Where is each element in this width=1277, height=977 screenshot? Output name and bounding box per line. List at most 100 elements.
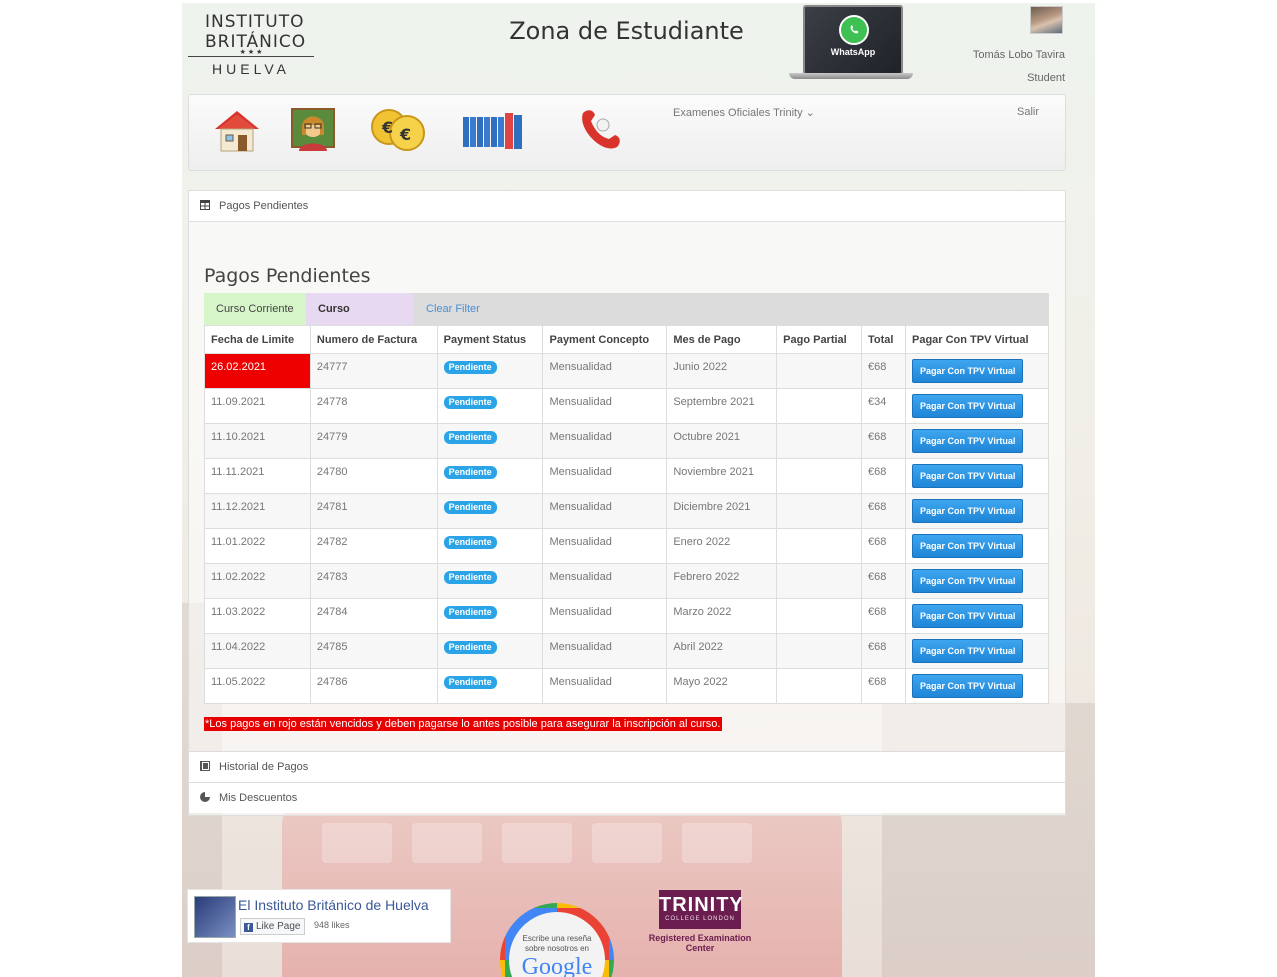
table-icon [200,200,210,210]
cell-fecha-limite: 11.12.2021 [204,493,311,529]
pagar-tpv-button[interactable]: Pagar Con TPV Virtual [911,359,1024,383]
discount-icon [200,792,210,802]
avatar[interactable] [1030,6,1063,34]
cell-mes-pago: Febrero 2022 [666,563,778,599]
col-total[interactable]: Total [861,325,906,354]
cell-mes-pago: Marzo 2022 [666,598,778,634]
table-header-row: Fecha de Limite Numero de Factura Paymen… [204,325,1050,354]
cell-payment-concepto: Mensualidad [542,528,668,564]
status-badge: Pendiente [443,466,497,479]
tab-curso-siguiente[interactable]: Curso Siguiente [306,293,414,347]
col-pago-partial[interactable]: Pago Partial [776,325,863,354]
cell-pagar-tpv: Pagar Con TPV Virtual [904,668,1050,704]
laptop-screen: WhatsApp [803,5,903,75]
clear-filter-link[interactable]: Clear Filter [414,293,492,325]
user-role: Student [1027,72,1065,84]
overdue-warning: *Los pagos en rojo están vencidos y debe… [204,717,722,731]
status-badge: Pendiente [443,571,497,584]
facebook-page-thumbnail[interactable] [194,896,236,938]
cell-total: €68 [861,528,906,564]
teacher-icon[interactable] [287,105,339,155]
cell-payment-concepto: Mensualidad [542,458,668,494]
page-title: Zona de Estudiante [509,17,744,45]
status-badge: Pendiente [443,501,497,514]
cell-payment-concepto: Mensualidad [542,598,668,634]
pending-payments-header[interactable]: Pagos Pendientes [189,191,1065,222]
whatsapp-label: WhatsApp [830,47,876,57]
col-pagar-tpv[interactable]: Pagar Con TPV Virtual [904,325,1050,354]
cell-payment-status: Pendiente [436,493,544,529]
page: INSTITUTO BRITÁNICO ★ ★ ★ HUELVA Zona de… [182,3,1095,977]
cell-fecha-limite: 11.04.2022 [204,633,311,669]
euro-coins-icon[interactable]: € € [367,105,431,155]
pagar-tpv-button[interactable]: Pagar Con TPV Virtual [911,464,1024,488]
table-row: 11.01.2022 24782 Pendiente Mensualidad Enero… [204,528,1050,564]
cell-fecha-limite: 11.05.2022 [204,668,311,704]
cell-total: €68 [861,458,906,494]
table-row: 11.05.2022 24786 Pendiente Mensualidad Mayo … [204,668,1050,704]
facebook-likes-count: 948 likes [314,920,350,930]
payment-history-header[interactable]: Historial de Pagos [189,751,1065,782]
cell-pago-partial [776,353,863,389]
status-badge: Pendiente [443,676,497,689]
table-row: 11.11.2021 24780 Pendiente Mensualidad Novie… [204,458,1050,494]
pagar-tpv-button[interactable]: Pagar Con TPV Virtual [911,604,1024,628]
exams-dropdown[interactable]: Examenes Oficiales Trinity ⌄ [673,106,815,119]
cell-pago-partial [776,423,863,459]
trinity-logo[interactable]: TRINITY COLLEGE LONDON [659,890,743,929]
status-badge: Pendiente [443,536,497,549]
cell-pagar-tpv: Pagar Con TPV Virtual [904,353,1050,389]
col-mes-pago[interactable]: Mes de Pago [666,325,778,354]
cell-pagar-tpv: Pagar Con TPV Virtual [904,458,1050,494]
logout-link[interactable]: Salir [1017,106,1039,118]
cell-fecha-limite: 11.02.2022 [204,563,311,599]
whatsapp-link[interactable]: WhatsApp [789,5,913,79]
cell-payment-status: Pendiente [436,668,544,704]
cell-fecha-limite: 11.09.2021 [204,388,311,424]
logo-rule [188,56,314,57]
laptop-base [789,73,913,79]
facebook-page-name[interactable]: El Instituto Británico de Huelva [238,897,429,913]
cell-pagar-tpv: Pagar Con TPV Virtual [904,598,1050,634]
table-row: 26.02.2021 24777 Pendiente Mensualidad Junio… [204,353,1050,389]
cell-total: €68 [861,598,906,634]
status-badge: Pendiente [443,431,497,444]
cell-numero-factura: 24779 [309,423,438,459]
col-payment-status[interactable]: Payment Status [436,325,544,354]
cell-pagar-tpv: Pagar Con TPV Virtual [904,423,1050,459]
cell-pago-partial [776,633,863,669]
home-icon[interactable] [211,105,263,155]
cell-payment-concepto: Mensualidad [542,388,668,424]
whatsapp-icon [839,15,869,45]
binders-icon[interactable] [461,105,525,155]
cell-pago-partial [776,528,863,564]
pagar-tpv-button[interactable]: Pagar Con TPV Virtual [911,499,1024,523]
cell-pagar-tpv: Pagar Con TPV Virtual [904,528,1050,564]
status-badge: Pendiente [443,641,497,654]
col-numero-factura[interactable]: Numero de Factura [309,325,438,354]
pagar-tpv-button[interactable]: Pagar Con TPV Virtual [911,394,1024,418]
pagar-tpv-button[interactable]: Pagar Con TPV Virtual [911,429,1024,453]
phone-icon[interactable] [573,105,625,155]
google-caption-line2: sobre nosotros en [524,944,590,953]
payments-table: Fecha de Limite Numero de Factura Paymen… [204,325,1050,704]
pagar-tpv-button[interactable]: Pagar Con TPV Virtual [911,639,1024,663]
pagar-tpv-button[interactable]: Pagar Con TPV Virtual [911,534,1024,558]
table-row: 11.10.2021 24779 Pendiente Mensualidad Octub… [204,423,1050,459]
payment-history-label: Historial de Pagos [219,761,309,773]
section-title: Pagos Pendientes [204,265,371,287]
pagar-tpv-button[interactable]: Pagar Con TPV Virtual [911,674,1024,698]
pagar-tpv-button[interactable]: Pagar Con TPV Virtual [911,569,1024,593]
table-row: 11.04.2022 24785 Pendiente Mensualidad Abril… [204,633,1050,669]
col-payment-concepto[interactable]: Payment Concepto [542,325,668,354]
cell-numero-factura: 24785 [309,633,438,669]
cell-numero-factura: 24784 [309,598,438,634]
svg-text:€: € [399,125,411,144]
facebook-like-button[interactable]: f Like Page [240,918,306,935]
tab-curso-corriente[interactable]: Curso Corriente [204,293,306,325]
discounts-header[interactable]: Mis Descuentos [189,782,1065,813]
cell-mes-pago: Septembre 2021 [666,388,778,424]
cell-payment-concepto: Mensualidad [542,633,668,669]
cell-pagar-tpv: Pagar Con TPV Virtual [904,563,1050,599]
col-fecha-limite[interactable]: Fecha de Limite [204,325,311,354]
